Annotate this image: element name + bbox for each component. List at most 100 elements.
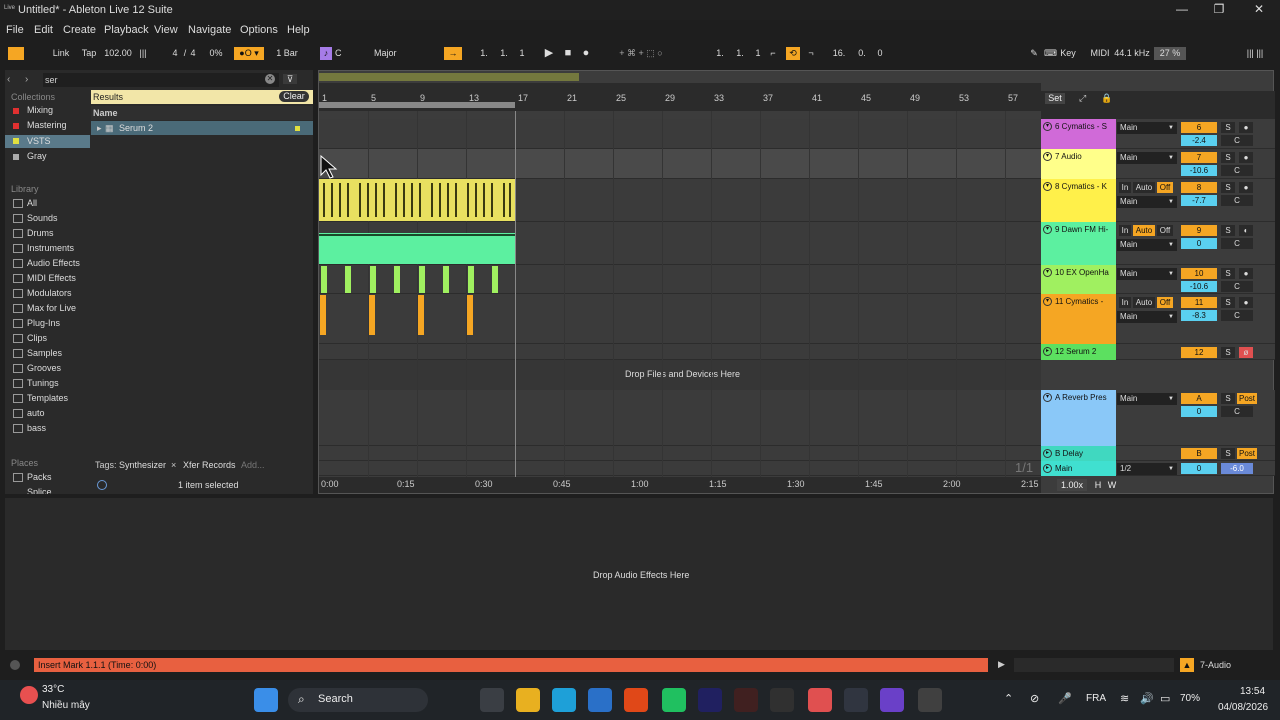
track-name[interactable]: 11 Cymatics - — [1055, 297, 1103, 306]
main-gain-field[interactable]: -6.0 — [1221, 463, 1253, 474]
preview-icon[interactable] — [97, 480, 107, 490]
menu-file[interactable]: File — [6, 24, 24, 36]
zoom-level-field[interactable]: 1.00x — [1057, 479, 1087, 491]
lane-main[interactable] — [319, 461, 1041, 476]
loop-icon[interactable]: ⟲ — [786, 47, 800, 60]
post-button[interactable]: Post — [1237, 393, 1257, 404]
pan-field[interactable]: C — [1221, 195, 1253, 206]
stop-icon[interactable]: ■ — [562, 47, 574, 60]
library-samples[interactable]: Samples — [27, 348, 62, 358]
height-button[interactable]: H — [1093, 479, 1103, 491]
output-select[interactable]: Main — [1117, 311, 1177, 323]
scale-mode-icon[interactable]: ♪ — [320, 47, 332, 60]
main-volume-field[interactable]: 0 — [1181, 463, 1217, 474]
library-all[interactable]: All — [27, 198, 37, 208]
time-sig-denominator[interactable]: 4 — [188, 47, 198, 60]
obs-icon[interactable] — [844, 688, 868, 712]
loop-length-sixteenth[interactable]: 0 — [874, 47, 886, 60]
volume-field[interactable]: -8.3 — [1181, 310, 1217, 321]
clip-track-10[interactable] — [321, 266, 327, 293]
collection-gray[interactable]: Gray — [27, 151, 47, 161]
volume-icon[interactable]: 🔊 — [1140, 692, 1154, 705]
loop-start-beat[interactable]: 1. — [734, 47, 746, 60]
library-drums[interactable]: Drums — [27, 228, 54, 238]
volume-field[interactable]: -10.6 — [1181, 281, 1217, 292]
arm-button[interactable]: ● — [1239, 182, 1253, 193]
tempo-field[interactable]: 102.00 — [102, 47, 134, 60]
clock-date[interactable]: 04/08/2026 — [1218, 702, 1268, 713]
clear-search-icon[interactable]: ✕ — [265, 74, 275, 84]
track-activator[interactable]: A — [1181, 393, 1217, 404]
quantization-select[interactable]: 1 Bar — [268, 47, 306, 60]
tag-xfer-records[interactable]: Xfer Records — [183, 460, 236, 470]
language-indicator[interactable]: FRA — [1086, 693, 1106, 704]
result-row[interactable]: ▸ ▦ Serum 2 — [91, 121, 313, 135]
ableton-icon[interactable] — [770, 688, 794, 712]
clip-track-9[interactable] — [319, 233, 515, 264]
library-midi-effects[interactable]: MIDI Effects — [27, 273, 76, 283]
arm-button[interactable]: ● — [1239, 268, 1253, 279]
status-scroll[interactable] — [1014, 658, 1174, 672]
track-11-header[interactable]: ▾11 Cymatics - In Auto Off Main 11 -8.3 … — [1041, 294, 1275, 344]
file-explorer-icon[interactable] — [516, 688, 540, 712]
output-select[interactable]: Main — [1117, 268, 1177, 280]
time-sig-numerator[interactable]: 4 — [170, 47, 180, 60]
solo-button[interactable]: S — [1221, 122, 1235, 133]
close-button[interactable]: ✕ — [1244, 2, 1274, 18]
keyboard-icon[interactable]: ⌨ — [1044, 47, 1057, 60]
position-sixteenth[interactable]: 1 — [516, 47, 528, 60]
loop-length-bar[interactable]: 16. — [830, 47, 848, 60]
output-select[interactable]: Main — [1117, 152, 1177, 164]
app-icon[interactable] — [880, 688, 904, 712]
position-beat[interactable]: 1. — [498, 47, 510, 60]
arm-button[interactable]: ● — [1239, 122, 1253, 133]
panel-layout-icon[interactable]: ||| ||| — [1240, 47, 1270, 60]
track-name[interactable]: Main — [1055, 464, 1072, 473]
monitor-off-button[interactable]: Off — [1157, 297, 1173, 308]
solo-button[interactable]: S — [1221, 268, 1235, 279]
midi-map-button[interactable]: MIDI — [1088, 47, 1112, 60]
library-max-for-live[interactable]: Max for Live — [27, 303, 76, 313]
return-a-header[interactable]: ▾A Reverb Pres Main A 0 S Post C — [1041, 390, 1275, 446]
play-icon[interactable]: ▶ — [542, 47, 556, 60]
lane-6[interactable] — [319, 119, 1041, 149]
clip-track-10[interactable] — [468, 266, 474, 293]
solo-button[interactable]: S — [1221, 393, 1235, 404]
pan-field[interactable]: C — [1221, 406, 1253, 417]
scrub-area[interactable] — [319, 83, 1041, 91]
collection-mastering[interactable]: Mastering — [27, 120, 67, 130]
device-view[interactable]: Drop Audio Effects Here — [5, 498, 1273, 650]
loop-start-bar[interactable]: 1. — [714, 47, 726, 60]
lock-icon[interactable]: 🔒 — [1101, 93, 1112, 104]
clip-track-10[interactable] — [394, 266, 400, 293]
lane-7[interactable] — [319, 149, 1041, 179]
solo-button[interactable]: S — [1221, 225, 1235, 236]
library-instruments[interactable]: Instruments — [27, 243, 74, 253]
output-select[interactable]: Main — [1117, 196, 1177, 208]
punch-in-icon[interactable]: ⌐ — [766, 47, 780, 60]
lane-a[interactable] — [319, 390, 1041, 446]
follow-icon[interactable]: → — [444, 47, 462, 60]
library-auto[interactable]: auto — [27, 408, 45, 418]
filter-icon[interactable]: ⊽ — [283, 74, 297, 84]
menu-playback[interactable]: Playback — [104, 24, 149, 36]
track-activator[interactable]: 12 — [1181, 347, 1217, 358]
clock-time[interactable]: 13:54 — [1240, 686, 1265, 697]
menu-navigate[interactable]: Navigate — [188, 24, 231, 36]
key-map-button[interactable]: Key — [1058, 47, 1078, 60]
library-audio-effects[interactable]: Audio Effects — [27, 258, 80, 268]
tag-synthesizer[interactable]: Synthesizer — [119, 460, 166, 470]
metronome-bars-icon[interactable]: ||| — [138, 47, 148, 60]
pan-field[interactable]: C — [1221, 310, 1253, 321]
network-off-icon[interactable]: ⊘ — [1030, 692, 1039, 705]
scale-select[interactable]: Major — [374, 47, 424, 60]
clip-track-11[interactable] — [467, 295, 473, 335]
menu-view[interactable]: View — [154, 24, 178, 36]
microphone-icon[interactable]: 🎤 — [1058, 692, 1072, 705]
arrangement-tools-icons[interactable]: + ⌘ + ⬚ ○ — [606, 47, 676, 60]
collection-mixing[interactable]: Mixing — [27, 105, 53, 115]
post-button[interactable]: Post — [1237, 448, 1257, 459]
solo-button[interactable]: S — [1221, 448, 1235, 459]
view-toggle-icon[interactable] — [8, 47, 24, 60]
volume-field[interactable]: 0 — [1181, 238, 1217, 249]
